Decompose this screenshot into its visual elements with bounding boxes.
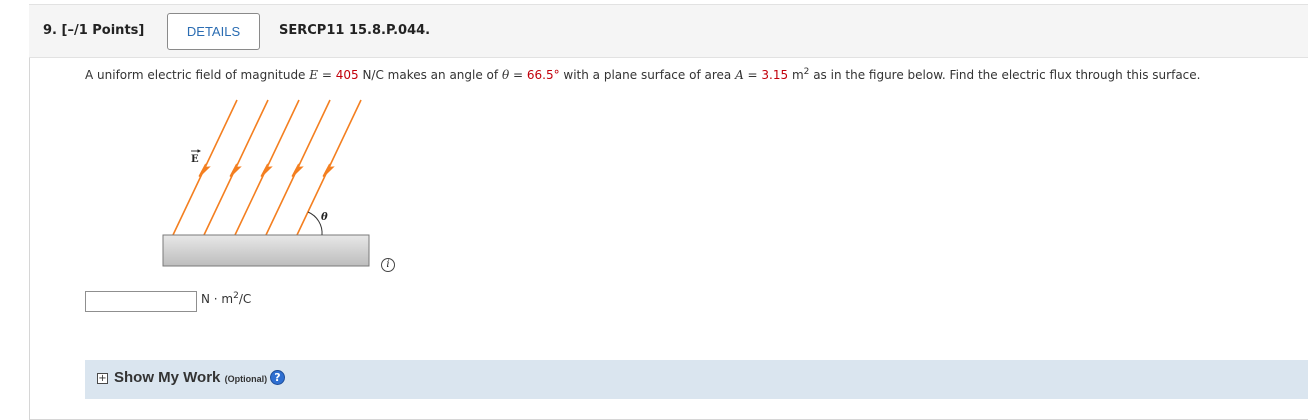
electric-flux-figure: θ E [162,99,370,267]
vector-arrow-head [197,149,201,153]
given-field-magnitude: 405 [335,68,359,82]
plane-surface [162,234,370,267]
question-number: 9. [–/1 Points] [43,23,145,38]
field-vector-label: E [191,154,199,165]
info-icon[interactable]: i [381,258,395,272]
plus-box-icon[interactable]: + [97,373,108,384]
field-line [172,99,238,236]
field-line [203,99,269,236]
question-prompt: A uniform electric field of magnitude E … [85,67,1201,83]
given-area: 3.15 [761,68,789,82]
show-my-work-link[interactable]: Show My Work (Optional) [114,369,267,386]
optional-tag: (Optional) [224,374,268,384]
help-icon[interactable]: ? [270,370,285,385]
given-angle: 66.5° [526,68,560,82]
field-line [296,99,362,236]
details-button[interactable]: DETAILS [167,13,260,50]
problem-code: SERCP11 15.8.P.044. [279,23,431,38]
answer-input[interactable] [85,291,197,312]
field-lines [172,99,362,236]
show-my-work-bar [85,360,1308,399]
field-line [234,99,300,236]
answer-unit: N · m2/C [201,291,252,307]
angle-label: θ [321,212,328,223]
angle-arc [307,211,323,236]
